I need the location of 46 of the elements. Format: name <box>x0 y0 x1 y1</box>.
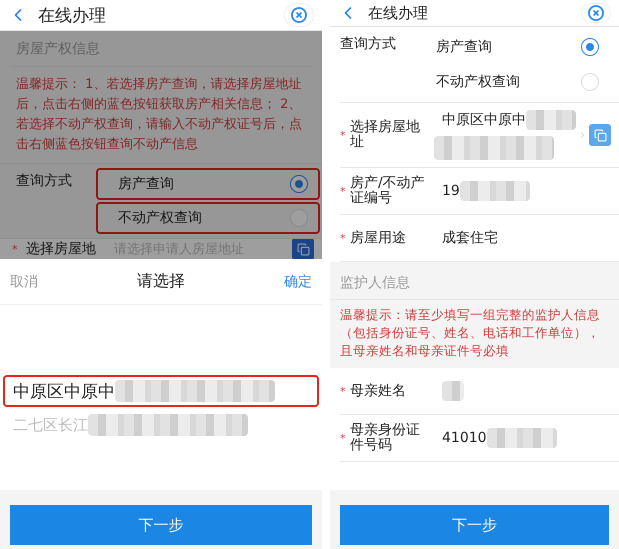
lookup-button[interactable] <box>589 124 611 146</box>
picker-option[interactable]: 中原区中原中 <box>3 375 319 407</box>
close-icon <box>587 4 605 22</box>
required-mark: * <box>340 184 346 198</box>
blurred-redaction <box>442 381 464 401</box>
highlighted-option[interactable]: 房产查询 <box>96 168 320 200</box>
required-mark: * <box>12 242 18 256</box>
field-label: 房产/不动产证编号 <box>350 176 426 206</box>
field-label: 选择房屋地址 <box>350 120 421 150</box>
lookup-button[interactable] <box>292 239 314 259</box>
field-label: 选择房屋地 <box>26 240 97 258</box>
blurred-redaction <box>526 110 576 130</box>
field-label: 房屋用途 <box>350 230 407 246</box>
close-button[interactable] <box>581 3 611 23</box>
page-title: 在线办理 <box>368 4 429 22</box>
copy-icon <box>594 128 606 142</box>
close-button[interactable] <box>284 3 314 27</box>
required-mark: * <box>340 128 346 142</box>
query-label: 查询方式 <box>16 172 73 190</box>
required-mark: * <box>340 432 346 444</box>
required-mark: * <box>340 384 346 398</box>
field-value: 41010 <box>442 430 487 446</box>
field-label: 母亲身份证件号码 <box>350 423 421 453</box>
field-value: 中原区中原中 <box>442 111 526 129</box>
confirm-button[interactable]: 确定 <box>284 272 312 290</box>
next-button[interactable]: 下一步 <box>340 505 609 545</box>
picker-title: 请选择 <box>137 271 185 292</box>
field-value: 19 <box>442 183 460 199</box>
copy-icon <box>296 242 310 256</box>
option-label: 不动产权查询 <box>118 209 202 227</box>
page-title: 在线办理 <box>38 4 107 26</box>
close-icon <box>290 6 308 24</box>
radio-button[interactable] <box>581 38 599 56</box>
radio-button[interactable] <box>290 175 308 193</box>
query-label: 查询方式 <box>340 35 397 53</box>
option-label: 房产查询 <box>436 38 492 56</box>
blurred-redaction <box>460 181 530 201</box>
cancel-button[interactable]: 取消 <box>10 272 38 290</box>
option-label: 不动产权查询 <box>436 73 520 91</box>
next-button[interactable]: 下一步 <box>10 505 312 545</box>
field-value: 成套住宅 <box>442 229 498 247</box>
highlighted-option[interactable]: 不动产权查询 <box>96 202 320 234</box>
blurred-redaction <box>486 428 557 448</box>
option-label: 房产查询 <box>118 175 174 193</box>
required-mark: * <box>340 232 346 244</box>
field-label: 母亲姓名 <box>350 384 407 398</box>
